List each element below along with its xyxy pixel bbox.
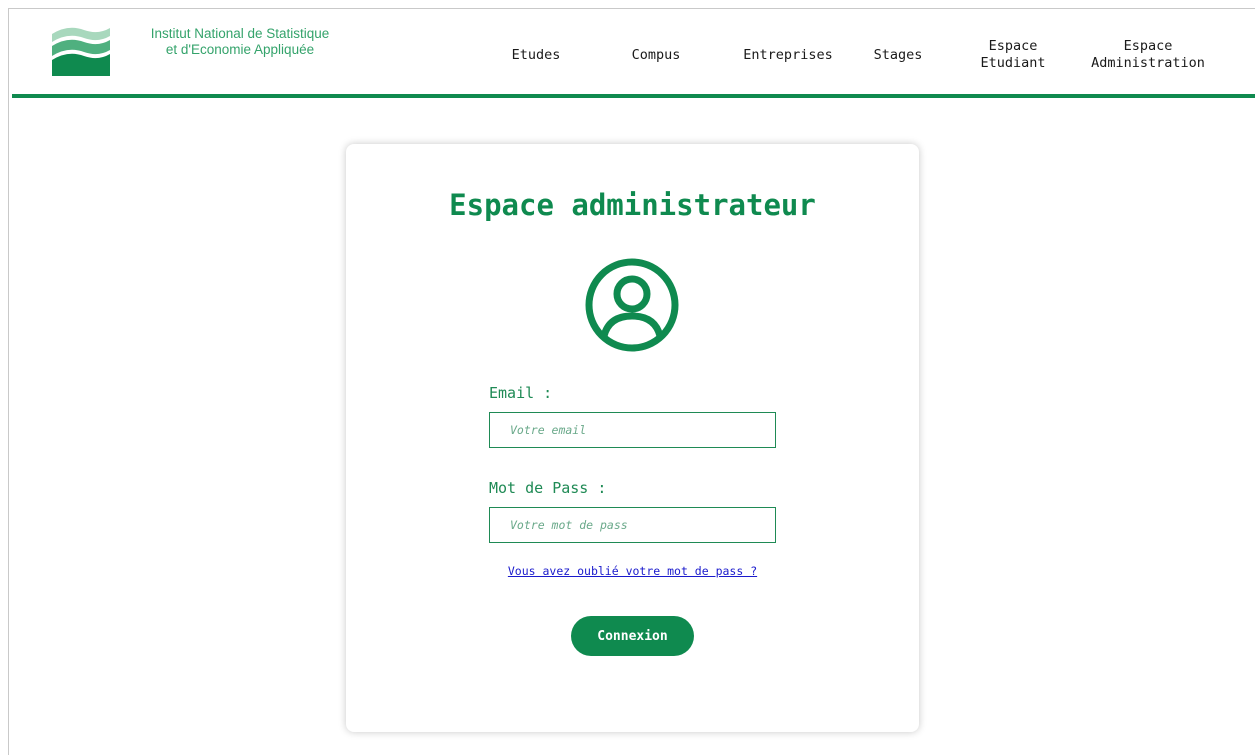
nav-etudes[interactable]: Etudes [496, 16, 576, 94]
email-input[interactable] [489, 412, 776, 448]
nav-espace-etudiant-line-1: Espace [988, 38, 1038, 54]
site-header: Institut National de Statistique et d'Ec… [12, 16, 1255, 98]
nav-compus[interactable]: Compus [616, 16, 696, 94]
nav-etudes-label: Etudes [511, 46, 561, 63]
email-label: Email : [489, 384, 553, 402]
forgot-password-link[interactable]: Vous avez oublié votre mot de pass ? [346, 564, 919, 578]
connexion-button[interactable]: Connexion [571, 616, 694, 656]
admin-login-card: Espace administrateur Email : Mot de Pas… [346, 144, 919, 732]
nav-espace-administration-line-2: Administration [1091, 55, 1205, 71]
nav-espace-administration-line-1: Espace [1123, 38, 1173, 54]
nav-stages-label: Stages [873, 46, 923, 63]
nav-stages[interactable]: Stages [858, 16, 938, 94]
main-nav: Etudes Compus Entreprises Stages Espace … [12, 16, 1255, 94]
password-input[interactable] [489, 507, 776, 543]
nav-entreprises[interactable]: Entreprises [723, 16, 853, 94]
nav-compus-label: Compus [631, 46, 681, 63]
password-label: Mot de Pass : [489, 479, 607, 497]
nav-espace-etudiant[interactable]: Espace Etudiant [968, 16, 1058, 94]
user-circle-icon [585, 258, 679, 352]
nav-espace-etudiant-line-2: Etudiant [980, 55, 1046, 71]
nav-entreprises-label: Entreprises [743, 46, 833, 63]
nav-espace-administration[interactable]: Espace Administration [1078, 16, 1218, 94]
page-title: Espace administrateur [449, 188, 816, 222]
